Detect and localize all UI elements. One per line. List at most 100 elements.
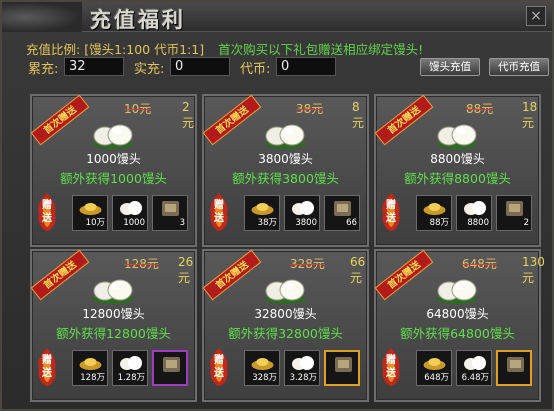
pack-extra-bonus: 额外获得1000馒头: [60, 171, 167, 186]
reward-quantity: 38万: [257, 218, 277, 228]
pack-amount: 3800馒头: [258, 152, 313, 166]
mantou-bun-icon: [437, 124, 477, 149]
pack-amount: 64800馒头: [426, 307, 489, 321]
pack-amount: 32800馒头: [254, 307, 317, 321]
gold-ingot-icon: [251, 203, 274, 215]
real-field: 0: [170, 57, 230, 76]
reward-quantity: 6.48万: [461, 373, 489, 383]
mantou-recharge-button[interactable]: 馒头充值: [420, 58, 480, 76]
reward-slot[interactable]: 8800: [456, 195, 492, 231]
reward-slot[interactable]: 2: [496, 195, 532, 231]
pack-card[interactable]: 首次赠送 10元 2元 1000馒头 额外获得1000馒头 赠送 10万 1000 3: [30, 94, 197, 247]
reward-quantity: 128万: [80, 373, 105, 383]
first-gift-ribbon: 首次赠送: [30, 94, 90, 146]
reward-slot[interactable]: [496, 350, 532, 386]
gold-ingot-icon: [251, 358, 274, 370]
pack-extra-bonus: 额外获得12800馒头: [56, 326, 171, 341]
reward-quantity: 648万: [424, 373, 449, 383]
gold-ingot-icon: [423, 203, 446, 215]
reward-quantity: 1.28万: [117, 373, 145, 383]
pack-extra-bonus: 额外获得64800馒头: [400, 326, 515, 341]
pack-extra-bonus: 额外获得32800馒头: [228, 326, 343, 341]
title-bar: 充值福利 ×: [2, 2, 552, 32]
pack-extra-bonus: 额外获得8800馒头: [404, 171, 511, 186]
reward-quantity: 10万: [85, 218, 105, 228]
reward-slot[interactable]: [324, 350, 360, 386]
original-price: 648元: [462, 257, 497, 271]
gift-label: 赠送: [386, 200, 396, 224]
mantou-bun-icon: [464, 201, 486, 215]
pack-card[interactable]: 首次赠送 648元 130元 64800馒头 额外获得64800馒头 赠送 648万 6.…: [374, 249, 545, 402]
first-gift-ribbon: 首次赠送: [374, 249, 434, 301]
sale-price: 26元: [178, 255, 194, 285]
reward-slot[interactable]: [152, 350, 188, 386]
reward-slot[interactable]: 38万: [244, 195, 280, 231]
mantou-bun-icon: [437, 279, 477, 304]
mantou-bun-icon: [120, 201, 142, 215]
first-gift-ribbon: 首次赠送: [30, 249, 90, 301]
reward-slot[interactable]: 66: [324, 195, 360, 231]
ratio-label: 充值比例:: [26, 42, 81, 57]
reward-item-icon: [334, 201, 351, 216]
token-recharge-button[interactable]: 代币充值: [489, 58, 549, 76]
original-price: 88元: [466, 102, 494, 116]
reward-item-icon: [506, 201, 523, 216]
reward-slot[interactable]: 648万: [416, 350, 452, 386]
close-button[interactable]: ×: [526, 6, 546, 26]
sale-price: 66元: [350, 255, 366, 285]
token-field: 0: [276, 57, 336, 76]
pack-card[interactable]: 首次赠送 88元 18元 8800馒头额外获得8800馒头 赠送 88万 8800 2: [374, 94, 541, 247]
window-title: 充值福利: [90, 7, 186, 32]
mantou-bun-icon: [93, 279, 133, 304]
reward-slot[interactable]: 3800: [284, 195, 320, 231]
reward-slot[interactable]: 10万: [72, 195, 108, 231]
reward-slot[interactable]: 1000: [112, 195, 148, 231]
reward-quantity: 88万: [429, 218, 449, 228]
first-gift-ribbon: 首次赠送: [374, 94, 434, 146]
reward-quantity: 1000: [123, 218, 145, 228]
reward-slot[interactable]: 88万: [416, 195, 452, 231]
reward-slot[interactable]: 128万: [72, 350, 108, 386]
gift-label: 赠送: [214, 355, 224, 379]
mantou-bun-icon: [120, 356, 142, 370]
reward-quantity: 3: [179, 218, 185, 228]
mantou-bun-icon: [265, 124, 305, 149]
mantou-bun-icon: [292, 356, 314, 370]
reward-quantity: 2: [523, 218, 529, 228]
reward-item-icon: [335, 357, 352, 372]
reward-slot[interactable]: 6.48万: [456, 350, 492, 386]
reward-slot[interactable]: 1.28万: [112, 350, 148, 386]
reward-quantity: 328万: [252, 373, 277, 383]
total-field: 32: [64, 57, 124, 76]
token-label: 代币:: [240, 62, 271, 77]
pack-card[interactable]: 首次赠送 328元 66元 32800馒头 额外获得32800馒头 赠送 328万 3.2…: [202, 249, 369, 402]
total-label: 累充:: [28, 62, 59, 77]
ratio-value: [馒头1:100 代币1:1]: [84, 42, 205, 57]
sale-price: 18元: [522, 100, 538, 130]
reward-quantity: 8800: [467, 218, 489, 228]
pack-card[interactable]: 首次赠送 38元 8元 3800馒头 额外获得3800馒头 赠送 38万 3800 66: [202, 94, 369, 247]
sale-price: 130元: [522, 255, 545, 285]
first-gift-ribbon: 首次赠送: [202, 94, 262, 146]
reward-item-icon: [163, 357, 180, 372]
gift-label: 赠送: [214, 200, 224, 224]
gold-ingot-icon: [423, 358, 446, 370]
pack-card[interactable]: 首次赠送 128元 26元 12800馒头 额外获得12800馒头 赠送 128万 1.2…: [30, 249, 197, 402]
reward-slot[interactable]: 3: [152, 195, 188, 231]
reward-quantity: 3800: [295, 218, 317, 228]
pack-amount: 8800馒头: [430, 152, 485, 166]
reward-slot[interactable]: 3.28万: [284, 350, 320, 386]
reward-slot[interactable]: 328万: [244, 350, 280, 386]
mantou-bun-icon: [292, 201, 314, 215]
original-price: 10元: [124, 102, 152, 116]
mantou-bun-icon: [93, 124, 133, 149]
sale-price: 2元: [182, 100, 195, 130]
gold-ingot-icon: [79, 203, 102, 215]
original-price: 128元: [124, 257, 159, 271]
pack-amount: 12800馒头: [82, 307, 145, 321]
sale-price: 8元: [352, 100, 365, 130]
pack-amount: 1000馒头: [86, 152, 141, 166]
first-gift-ribbon: 首次赠送: [202, 249, 262, 301]
promo-text: 首次购买以下礼包赠送相应绑定馒头!: [218, 42, 424, 57]
reward-item-icon: [507, 357, 524, 372]
